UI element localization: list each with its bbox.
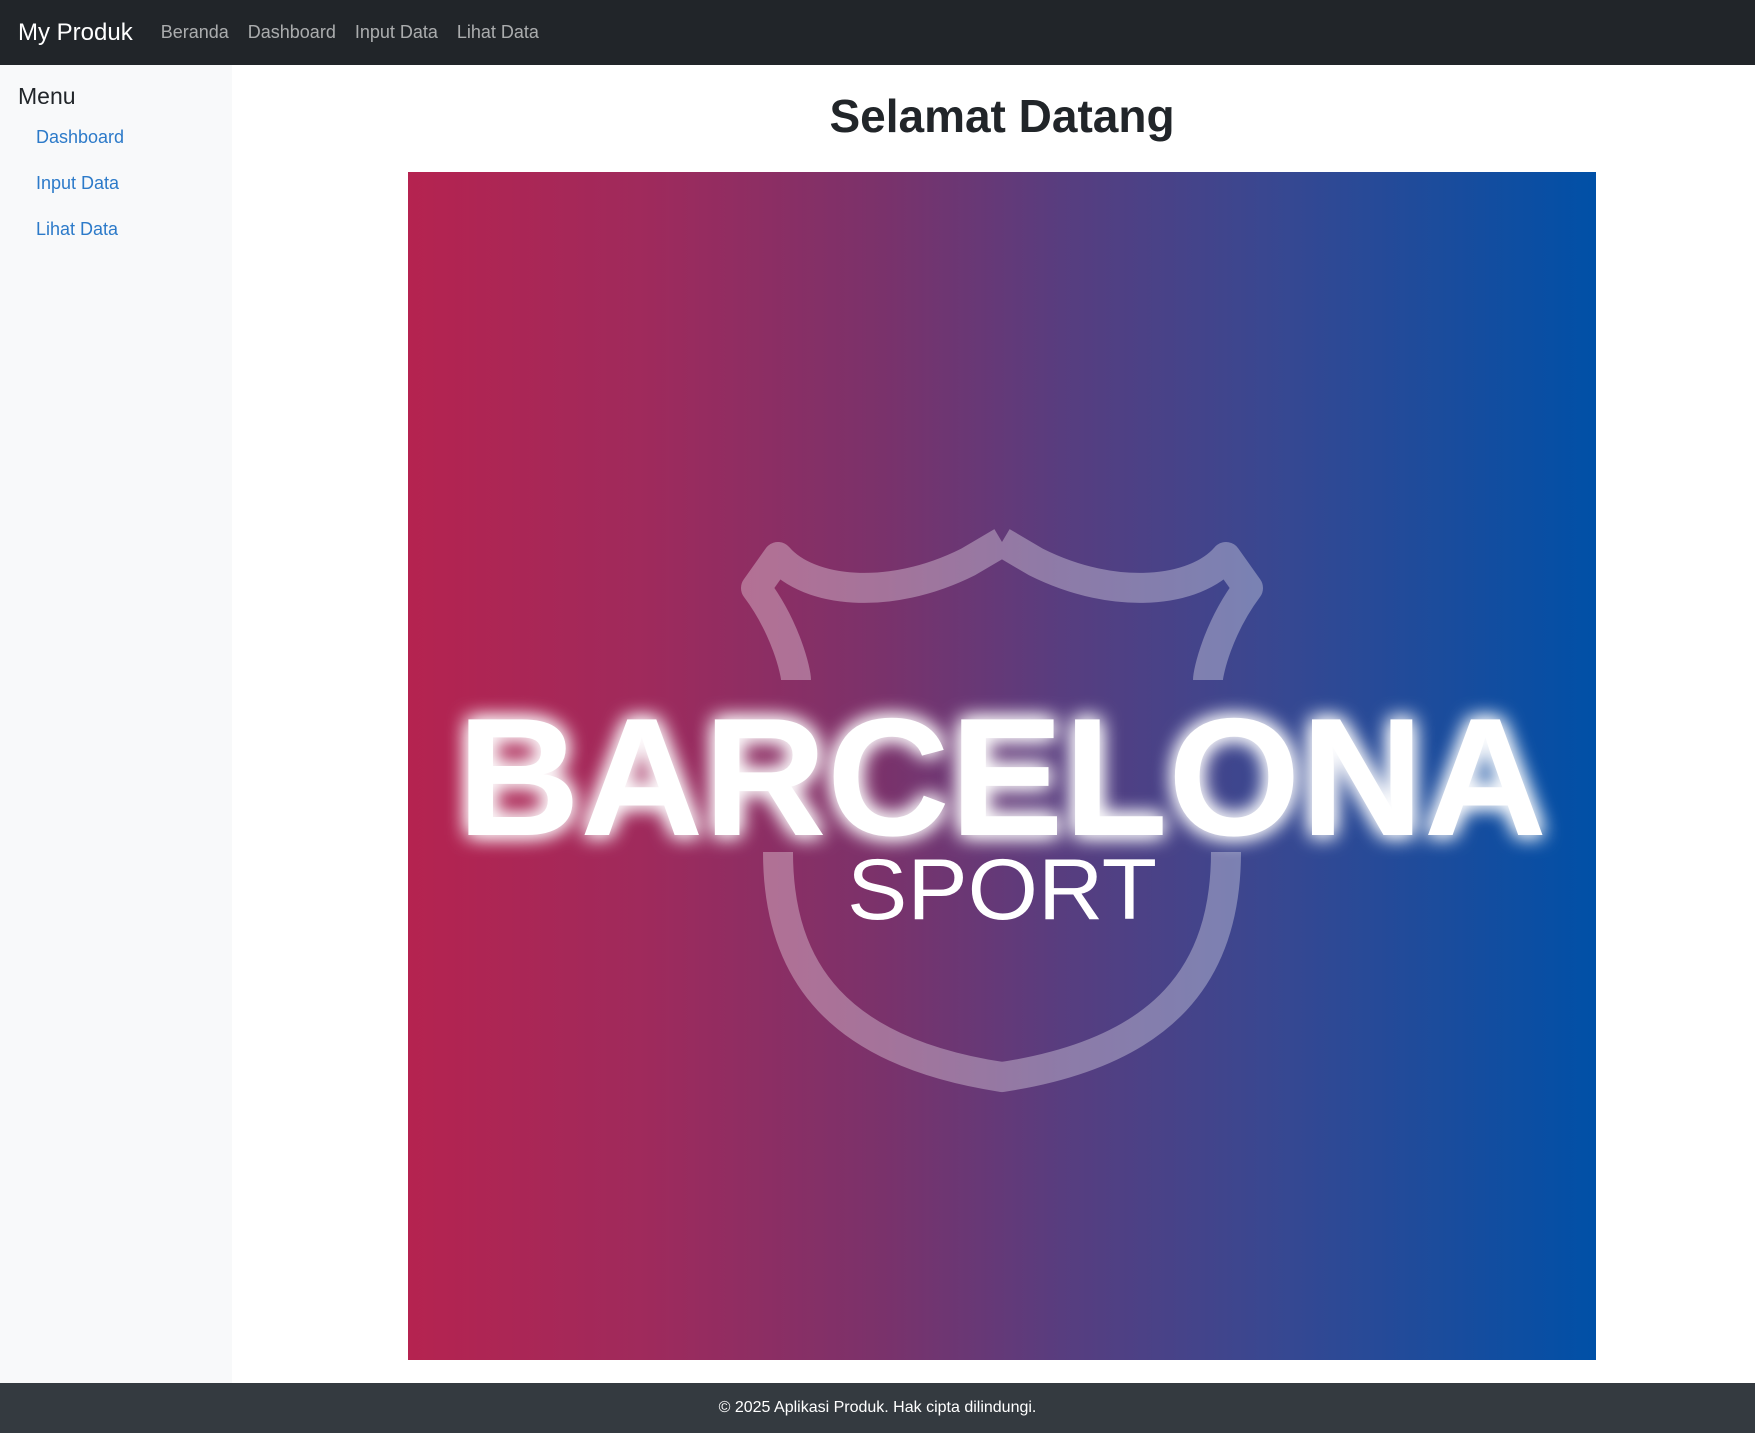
navbar-brand[interactable]: My Produk — [18, 19, 133, 47]
nav-link-beranda[interactable]: Beranda — [161, 22, 229, 43]
nav-link-lihat-data[interactable]: Lihat Data — [457, 22, 539, 43]
sidebar-item-lihat-data[interactable]: Lihat Data — [36, 219, 232, 240]
barcelona-sport-logo: BARCELONA SPORT — [457, 529, 1547, 1093]
crest-outline-icon — [741, 529, 1263, 682]
logo-sub-text: SPORT — [847, 842, 1157, 938]
top-navbar: My Produk Beranda Dashboard Input Data L… — [0, 0, 1755, 65]
sidebar-item-input-data[interactable]: Input Data — [36, 173, 232, 194]
sidebar-item-dashboard[interactable]: Dashboard — [36, 127, 232, 148]
footer: © 2025 Aplikasi Produk. Hak cipta dilind… — [0, 1383, 1755, 1433]
sidebar: Menu Dashboard Input Data Lihat Data — [0, 65, 232, 1383]
nav-link-dashboard[interactable]: Dashboard — [248, 22, 336, 43]
barcelona-sport-banner: BARCELONA SPORT — [408, 172, 1596, 1360]
nav-link-input-data[interactable]: Input Data — [355, 22, 438, 43]
footer-copyright: © 2025 Aplikasi Produk. Hak cipta dilind… — [718, 1399, 1037, 1416]
main-content: Selamat Datang BARCELONA SPORT — [232, 65, 1755, 1383]
page-title: Selamat Datang — [829, 90, 1175, 142]
sidebar-title: Menu — [18, 83, 76, 109]
